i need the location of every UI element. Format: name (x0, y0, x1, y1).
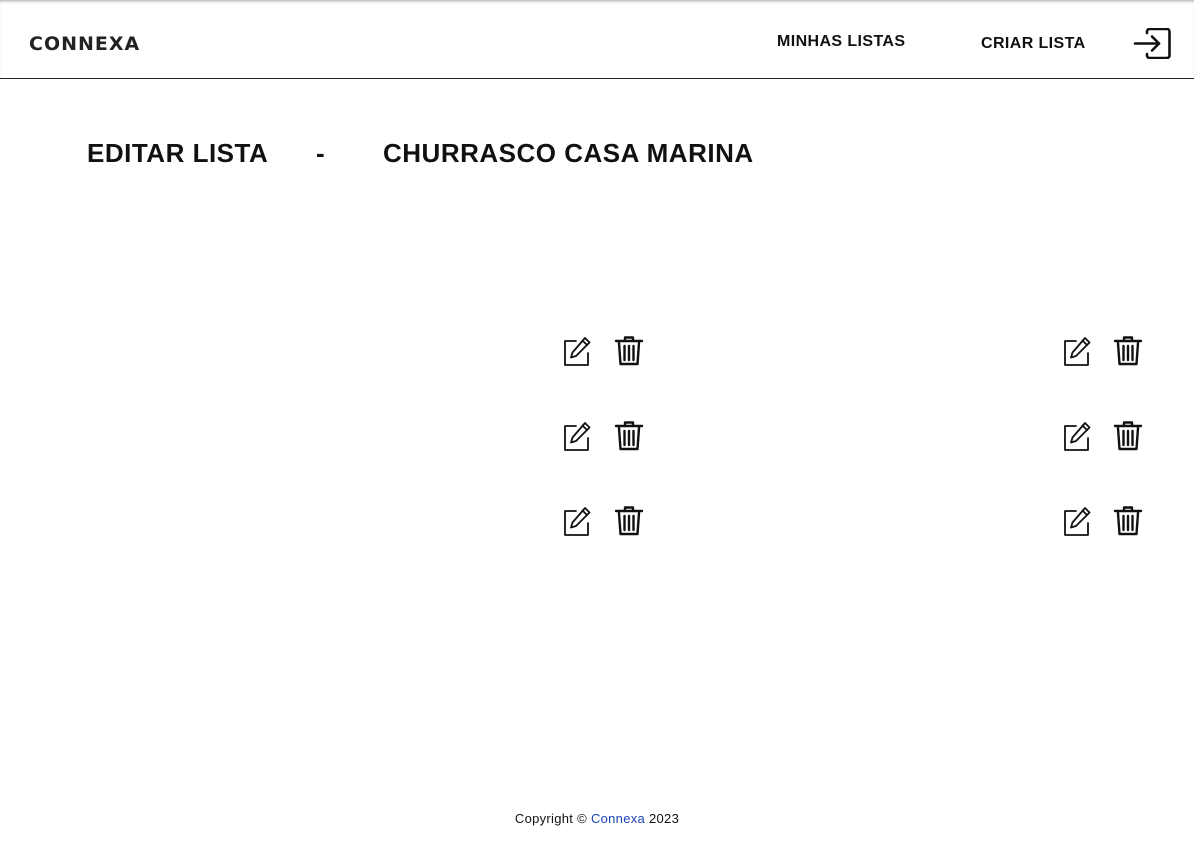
trash-icon (1113, 336, 1143, 366)
page-title-prefix: EDITAR LISTA (87, 138, 269, 168)
connexa-logo[interactable]: CONNEXA (29, 33, 140, 55)
edit-icon (564, 337, 591, 366)
delete-item-button[interactable] (1113, 504, 1143, 536)
delete-item-button[interactable] (614, 334, 644, 366)
edit-item-button[interactable] (1062, 335, 1092, 367)
delete-item-button[interactable] (614, 504, 644, 536)
list-name-title: CHURRASCO CASA MARINA (383, 138, 754, 168)
login-arrow-box-icon (1133, 27, 1171, 60)
edit-item-button[interactable] (562, 420, 592, 452)
edit-item-button[interactable] (562, 335, 592, 367)
edit-icon (1064, 507, 1091, 536)
copyright-text: Copyright © (514, 811, 588, 826)
edit-icon (564, 507, 591, 536)
logout-button[interactable] (1133, 27, 1171, 60)
trash-icon (1113, 421, 1143, 451)
title-separator: - (316, 138, 325, 168)
copyright-year: 2023 (649, 811, 680, 826)
trash-icon (1113, 506, 1143, 536)
edit-item-button[interactable] (562, 505, 592, 537)
nav-minhas-listas[interactable]: MINHAS LISTAS (777, 33, 905, 51)
trash-icon (614, 506, 644, 536)
edit-icon (1064, 422, 1091, 451)
trash-icon (614, 421, 644, 451)
delete-item-button[interactable] (1113, 419, 1143, 451)
delete-item-button[interactable] (1113, 334, 1143, 366)
edit-icon (1064, 337, 1091, 366)
trash-icon (614, 336, 644, 366)
top-navbar: CONNEXA MINHAS LISTAS CRIAR LISTA (0, 0, 1194, 79)
footer-brand-link[interactable]: Connexa (591, 811, 645, 826)
edit-icon (564, 422, 591, 451)
edit-item-button[interactable] (1062, 420, 1092, 452)
delete-item-button[interactable] (614, 419, 644, 451)
footer: Copyright © Connexa 2023 (0, 811, 1194, 826)
edit-item-button[interactable] (1062, 505, 1092, 537)
nav-criar-lista[interactable]: CRIAR LISTA (981, 35, 1086, 53)
